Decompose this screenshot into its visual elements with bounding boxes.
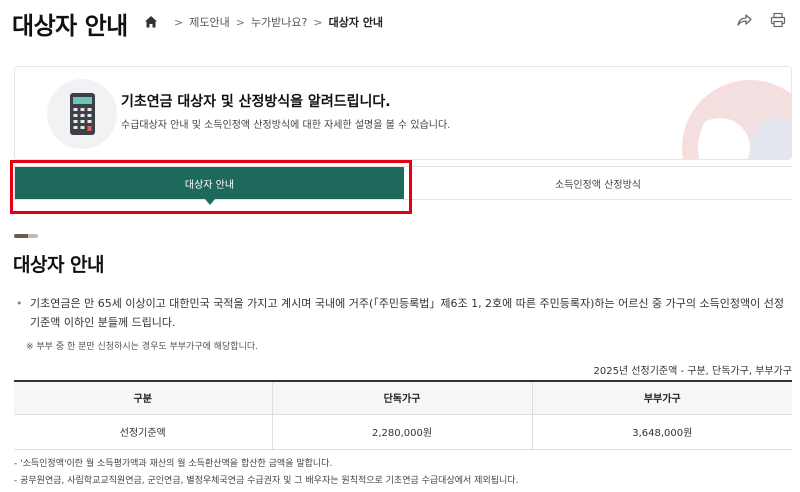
intro-description: 수급대상자 안내 및 소득인정액 산정방식에 대한 자세한 설명을 볼 수 있습… bbox=[121, 120, 451, 131]
calculator-icon bbox=[70, 93, 95, 135]
breadcrumb-item-who[interactable]: 누가받나요? bbox=[251, 14, 307, 30]
breadcrumb-separator: > bbox=[313, 15, 323, 29]
table-cell-single: 2,280,000원 bbox=[271, 414, 532, 450]
table-header-row: 구분 단독가구 부부가구 bbox=[14, 380, 792, 415]
breadcrumb-item-current: 대상자 안내 bbox=[328, 16, 384, 29]
print-icon[interactable] bbox=[770, 12, 786, 28]
header-actions bbox=[736, 12, 786, 28]
section-body: • 기초연금은 만 65세 이상이고 대한민국 국적을 가지고 계시며 국내에 … bbox=[14, 294, 790, 332]
footnote-item: - 공무원연금, 사립학교교직원연금, 군인연금, 별정우체국연금 수급권자 및… bbox=[14, 476, 519, 486]
table-header-couple: 부부가구 bbox=[531, 380, 792, 415]
page-header: 대상자 안내 > 제도안내 > 누가받나요? > 대상자 안내 bbox=[0, 0, 800, 44]
table-header-category: 구분 bbox=[14, 380, 272, 415]
taegeuk-watermark-icon bbox=[682, 80, 791, 159]
intro-heading: 기초연금 대상자 및 산정방식을 알려드립니다. bbox=[121, 94, 391, 110]
breadcrumb-separator: > bbox=[174, 15, 184, 29]
tab-income-calculation[interactable]: 소득인정액 산정방식 bbox=[404, 167, 792, 199]
section-title: 대상자 안내 bbox=[13, 254, 105, 276]
breadcrumb: > 제도안내 > 누가받나요? > 대상자 안내 bbox=[144, 14, 383, 30]
section-title-bar bbox=[14, 234, 38, 238]
table-row: 선정기준액 2,280,000원 3,648,000원 bbox=[14, 414, 792, 450]
home-icon[interactable] bbox=[144, 15, 158, 29]
highlight-box bbox=[10, 160, 412, 214]
intro-box: 기초연금 대상자 및 산정방식을 알려드립니다. 수급대상자 안내 및 소득인정… bbox=[14, 66, 792, 160]
intro-icon-badge bbox=[47, 79, 117, 149]
breadcrumb-separator: > bbox=[235, 15, 245, 29]
footnote-item: - '소득인정액'이란 월 소득평가액과 재산의 월 소득환산액을 합산한 금액… bbox=[14, 459, 333, 469]
table-cell-couple: 3,648,000원 bbox=[531, 414, 792, 450]
table-cell-category: 선정기준액 bbox=[14, 414, 272, 450]
table-header-single: 단독가구 bbox=[271, 380, 532, 415]
bullet-dot: • bbox=[16, 297, 23, 310]
criteria-table: 구분 단독가구 부부가구 선정기준액 2,280,000원 3,648,000원 bbox=[14, 380, 792, 450]
footnotes: - '소득인정액'이란 월 소득평가액과 재산의 월 소득환산액을 합산한 금액… bbox=[14, 456, 518, 490]
share-icon[interactable] bbox=[736, 12, 752, 28]
table-caption: 2025년 선정기준액 - 구분, 단독가구, 부부가구 bbox=[593, 366, 792, 377]
page-title: 대상자 안내 bbox=[12, 12, 128, 40]
breadcrumb-item-system[interactable]: 제도안내 bbox=[189, 14, 229, 30]
section-body-text: 기초연금은 만 65세 이상이고 대한민국 국적을 가지고 계시며 국내에 거주… bbox=[30, 297, 784, 329]
section-note: ※ 부부 중 한 분만 신청하시는 경우도 부부가구에 해당합니다. bbox=[26, 342, 259, 352]
